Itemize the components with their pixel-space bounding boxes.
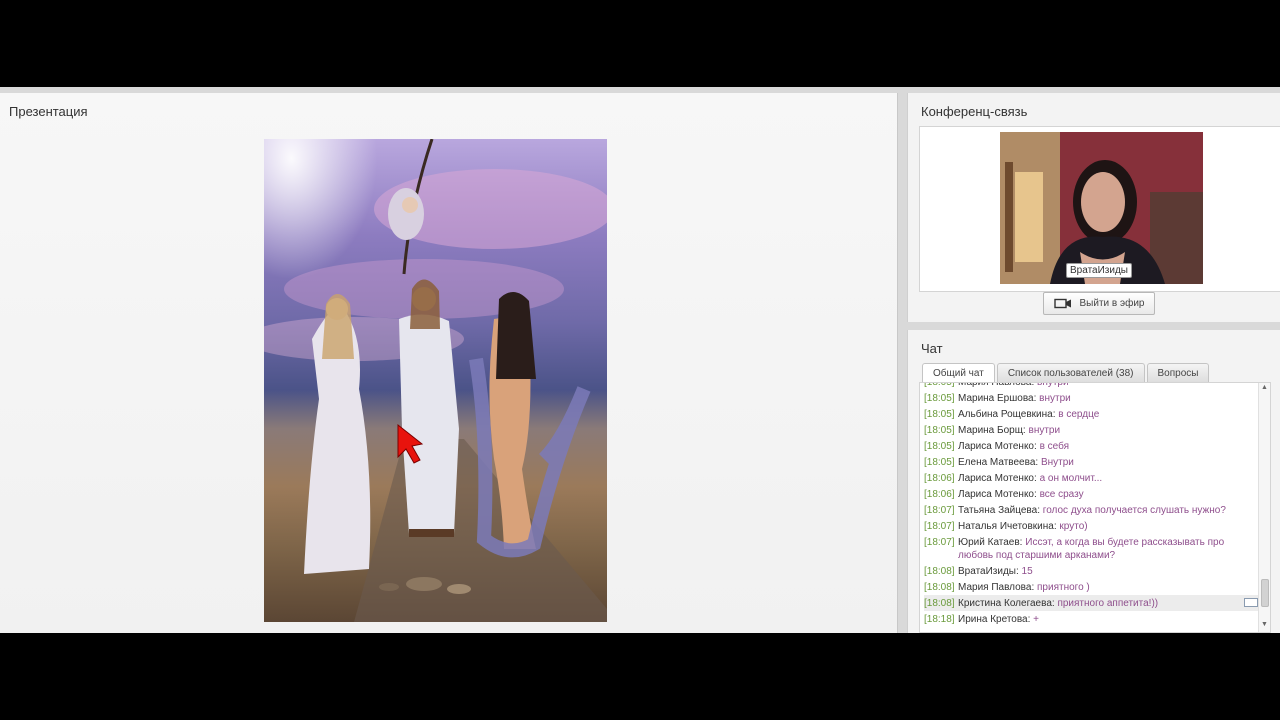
message-author[interactable]: Ирина Кретова: [958, 614, 1030, 625]
message-time: [18:18] [924, 613, 955, 625]
message-text: внутри [1039, 392, 1071, 404]
presentation-slide [264, 139, 607, 622]
chat-message: [18:18] Ирина Кретова: + [924, 611, 1260, 627]
message-author[interactable]: ВратаИзиды: [958, 566, 1019, 577]
chat-message: [18:05] Лариса Мотенко: в себя [924, 438, 1260, 454]
chat-message: [18:06] Лариса Мотенко: все сразу [924, 486, 1260, 502]
message-author[interactable]: Наталья Ичетовкина: [958, 521, 1057, 532]
message-time: [18:07] [924, 536, 955, 548]
message-author[interactable]: Мария Павлова: [958, 582, 1034, 593]
message-time: [18:07] [924, 520, 955, 532]
conference-panel: Конференц-связь ВратаИзиды Выйти в эфир [907, 93, 1280, 322]
message-time: [18:08] [924, 581, 955, 593]
message-text: Внутри [1040, 456, 1074, 468]
chat-message: [18:08] ВратаИзиды: 15 [924, 563, 1260, 579]
presentation-title: Презентация [9, 104, 88, 119]
webinar-app: Презентация Конференц-связь ВратаИзиды В… [0, 87, 1280, 633]
slide-artwork [264, 139, 607, 622]
message-time: [18:05] [924, 382, 955, 388]
message-author[interactable]: Марина Ершова: [958, 393, 1036, 404]
message-text: приятного ) [1037, 581, 1090, 593]
message-text: круто) [1059, 520, 1088, 532]
chat-scrollbar[interactable]: ▲ ▼ [1258, 383, 1270, 632]
message-time: [18:05] [924, 440, 955, 452]
scroll-down-icon[interactable]: ▼ [1261, 621, 1268, 628]
tab-user-list[interactable]: Список пользователей (38) [996, 363, 1145, 382]
message-text: в сердце [1058, 408, 1100, 420]
message-text: в себя [1039, 440, 1070, 452]
chat-message: [18:05] Альбина Рощевкина: в сердце [924, 406, 1260, 422]
chat-message: [18:06] Лариса Мотенко: а он молчит... [924, 470, 1260, 486]
chat-message: [18:05] Елена Матвеева: Внутри [924, 454, 1260, 470]
message-author[interactable]: Альбина Рощевкина: [958, 409, 1056, 420]
chat-title: Чат [921, 341, 943, 356]
tab-questions[interactable]: Вопросы [1146, 363, 1210, 382]
tab-general-chat[interactable]: Общий чат [922, 363, 995, 383]
message-text: внутри [1028, 424, 1061, 436]
message-time: [18:05] [924, 456, 955, 468]
chat-message: [18:07] Татьяна Зайцева: голос духа получ… [924, 502, 1260, 518]
chat-message: [18:07] Юрий Катаев: Иссэт, а когда вы бу… [924, 534, 1260, 563]
conference-title: Конференц-связь [921, 104, 1028, 119]
chat-message: [18:08] Мария Павлова: приятного ) [924, 579, 1260, 595]
message-time: [18:08] [924, 597, 955, 609]
message-list: [18:05] Мария Павлова: внутри [18:05] Марин… [924, 382, 1260, 627]
message-author[interactable]: Лариса Мотенко: [958, 441, 1037, 452]
scrollbar-thumb[interactable] [1261, 579, 1269, 607]
message-author[interactable]: Лариса Мотенко: [958, 473, 1037, 484]
video-feed: ВратаИзиды [1000, 132, 1203, 284]
message-time: [18:05] [924, 392, 955, 404]
message-text: приятного аппетита!)) [1057, 597, 1159, 609]
message-text: голос духа получается слушать нужно? [1042, 504, 1226, 516]
presentation-panel: Презентация [0, 93, 898, 633]
message-author[interactable]: Лариса Мотенко: [958, 489, 1037, 500]
video-container: ВратаИзиды [919, 126, 1280, 292]
message-text: 15 [1021, 565, 1033, 577]
message-author[interactable]: Мария Павлова: [958, 383, 1034, 388]
message-author[interactable]: Юрий Катаев: [958, 537, 1022, 548]
message-author[interactable]: Кристина Колегаева: [958, 598, 1055, 609]
message-author[interactable]: Марина Борщ: [958, 425, 1026, 436]
chat-panel: Чат Общий чат Список пользователей (38) … [907, 330, 1280, 633]
go-on-air-button[interactable]: Выйти в эфир [1043, 292, 1155, 315]
message-time: [18:08] [924, 565, 955, 577]
chat-message: [18:07] Наталья Ичетовкина: круто) [924, 518, 1260, 534]
envelope-icon[interactable] [1244, 598, 1258, 607]
video-frame [1000, 132, 1203, 284]
chat-message: [18:05] Марина Ершова: внутри [924, 390, 1260, 406]
message-text: внутри [1037, 382, 1069, 388]
chat-message: [18:05] Мария Павлова: внутри [924, 382, 1260, 390]
message-time: [18:05] [924, 408, 955, 420]
chat-message: [18:08] Кристина Колегаева: приятного апп… [924, 595, 1260, 611]
camera-icon [1053, 298, 1071, 309]
message-time: [18:06] [924, 472, 955, 484]
message-time: [18:07] [924, 504, 955, 516]
chat-tabs: Общий чат Список пользователей (38) Вопр… [922, 363, 1210, 383]
scroll-up-icon[interactable]: ▲ [1261, 384, 1268, 391]
message-text: + [1033, 613, 1040, 625]
go-on-air-label: Выйти в эфир [1079, 298, 1145, 309]
message-author[interactable]: Татьяна Зайцева: [958, 505, 1040, 516]
message-text: а он молчит... [1039, 472, 1103, 484]
video-name-label: ВратаИзиды [1066, 263, 1132, 278]
chat-messages: [18:05] Мария Павлова: внутри [18:05] Марин… [919, 382, 1271, 633]
message-text: все сразу [1039, 488, 1084, 500]
message-time: [18:06] [924, 488, 955, 500]
chat-message: [18:05] Марина Борщ: внутри [924, 422, 1260, 438]
message-author[interactable]: Елена Матвеева: [958, 457, 1038, 468]
message-time: [18:05] [924, 424, 955, 436]
